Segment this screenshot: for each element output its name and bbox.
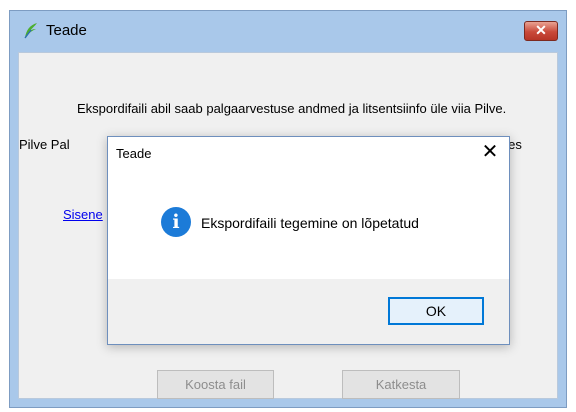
parent-close-button[interactable]: ✕ [524, 21, 558, 41]
dialog-footer: OK [108, 279, 509, 344]
parent-title-bar[interactable]: Teade ✕ [10, 11, 566, 51]
dialog-message: Ekspordifaili tegemine on lõpetatud [201, 215, 419, 231]
dialog-title: Teade [116, 146, 152, 161]
info-text-line1: Ekspordifaili abil saab palgaarvestuse a… [77, 101, 507, 116]
sisene-link[interactable]: Sisene [63, 207, 103, 222]
ok-button[interactable]: OK [388, 297, 484, 325]
info-icon: i [161, 207, 191, 237]
info-text-line2-left: Pilve Pal [19, 137, 70, 152]
feather-icon [23, 22, 39, 40]
parent-window-title: Teade [46, 22, 87, 39]
create-file-button[interactable]: Koosta fail [157, 370, 274, 399]
message-dialog: Teade ✕ i Ekspordifaili tegemine on lõpe… [107, 136, 510, 345]
cancel-button[interactable]: Katkesta [342, 370, 460, 399]
dialog-close-button[interactable]: ✕ [475, 139, 505, 165]
